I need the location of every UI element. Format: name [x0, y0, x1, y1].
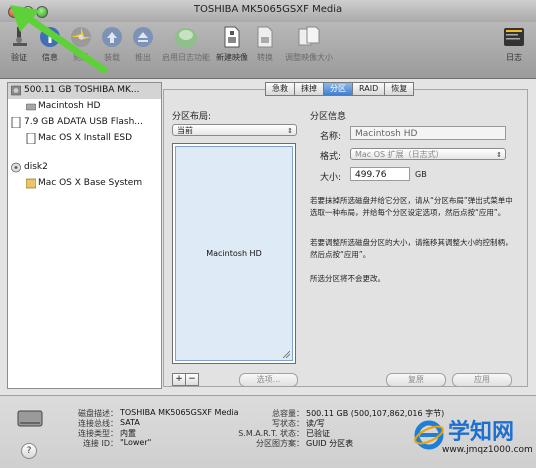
- volume-icon: [26, 178, 36, 189]
- info-value-bus: SATA: [120, 418, 140, 427]
- remove-partition-button[interactable]: −: [185, 373, 199, 386]
- tab-erase[interactable]: 抹掉: [294, 82, 323, 96]
- size-label: 大小:: [320, 173, 342, 183]
- tab-raid[interactable]: RAID: [352, 82, 385, 96]
- partition-block[interactable]: Macintosh HD: [175, 146, 293, 361]
- disk-item-adata[interactable]: 7.9 GB ADATA USB Flash...: [8, 115, 161, 131]
- watermark-title: 学知网: [448, 420, 515, 445]
- revert-button[interactable]: 复原: [386, 373, 446, 387]
- info-heading: 分区信息: [310, 112, 347, 122]
- main-panel: 分区布局: 当前 ⇕ Macintosh HD + − 选项... 分区信息 名…: [163, 82, 528, 387]
- add-partition-button[interactable]: +: [172, 373, 186, 386]
- format-label: 格式:: [320, 152, 342, 162]
- volume-item-base-system[interactable]: Mac OS X Base System: [8, 176, 161, 192]
- disk-utility-window: TOSHIBA MK5065GSXF Media 验证 信息 刻录 装载: [0, 0, 536, 468]
- chevron-updown-icon: ⇕: [496, 151, 502, 159]
- help-text-erase: 若要抹掉所选磁盘并给它分区，请从“分区布局”弹出式菜单中选取一种布局，并给每个分…: [310, 196, 513, 217]
- name-label: 名称:: [320, 132, 342, 142]
- apply-button[interactable]: 应用: [452, 373, 512, 387]
- resize-image-button[interactable]: 调整映像大小: [283, 24, 335, 63]
- resize-handle-icon[interactable]: [282, 350, 290, 358]
- log-button[interactable]: 日志: [494, 24, 534, 63]
- size-field[interactable]: 499.76: [350, 167, 410, 181]
- format-select[interactable]: Mac OS 扩展（日志式） ⇕: [350, 148, 506, 160]
- resize-image-icon: [295, 24, 323, 50]
- partition-panel: 分区布局: 当前 ⇕ Macintosh HD + − 选项... 分区信息 名…: [163, 89, 528, 387]
- layout-select[interactable]: 当前 ⇕: [172, 124, 297, 136]
- info-label-scheme: 分区图方案：: [256, 439, 304, 448]
- tab-partition[interactable]: 分区: [323, 82, 352, 96]
- convert-icon: [251, 24, 279, 50]
- hard-disk-icon: [11, 85, 21, 96]
- volume-item-macintosh-hd[interactable]: Macintosh HD: [8, 99, 161, 115]
- volume-icon: [26, 133, 36, 144]
- tab-first-aid[interactable]: 急救: [265, 82, 294, 96]
- usb-drive-icon: [11, 117, 21, 128]
- chevron-updown-icon: ⇕: [287, 127, 293, 135]
- log-icon: [500, 24, 528, 50]
- watermark-url: www.jmqz1000.com: [442, 445, 533, 455]
- info-label-id: 连接 ID：: [82, 439, 118, 448]
- volume-item-install-esd[interactable]: Mac OS X Install ESD: [8, 131, 161, 147]
- journal-icon: [172, 24, 200, 50]
- help-text-resize: 若要调整所选磁盘分区的大小，请拖移其调整大小的控制柄，然后点按“应用”。: [310, 238, 513, 259]
- hard-disk-icon: [17, 410, 43, 427]
- options-button[interactable]: 选项...: [239, 373, 298, 387]
- help-text-unchanged: 所选分区将不会更改。: [310, 274, 385, 283]
- name-field[interactable]: Macintosh HD: [350, 126, 506, 140]
- green-arrow-annotation: [10, 5, 108, 74]
- tab-restore[interactable]: 恢复: [384, 82, 415, 96]
- disk-item-toshiba[interactable]: 500.11 GB TOSHIBA MK...: [8, 83, 161, 99]
- disk-image-icon: [11, 162, 21, 173]
- eject-icon: [129, 24, 157, 50]
- disk-list: 500.11 GB TOSHIBA MK... Macintosh HD 7.9…: [7, 82, 162, 389]
- info-value-id: "Lower": [120, 438, 152, 447]
- layout-heading: 分区布局:: [172, 112, 212, 122]
- disk-item-disk2[interactable]: disk2: [8, 160, 161, 176]
- watermark: 学知网 www.jmqz1000.com: [410, 414, 533, 464]
- enable-journaling-button[interactable]: 启用日志功能: [160, 24, 212, 63]
- help-button[interactable]: ?: [21, 443, 37, 459]
- size-unit: GB: [415, 170, 427, 179]
- info-value-scheme: GUID 分区表: [306, 439, 354, 448]
- partition-map: Macintosh HD: [172, 143, 296, 364]
- ie-logo-icon: [414, 420, 444, 450]
- tab-bar: 急救 抹掉 分区 RAID 恢复: [265, 82, 415, 96]
- convert-button[interactable]: 转换: [242, 24, 288, 63]
- volume-icon: [26, 103, 36, 111]
